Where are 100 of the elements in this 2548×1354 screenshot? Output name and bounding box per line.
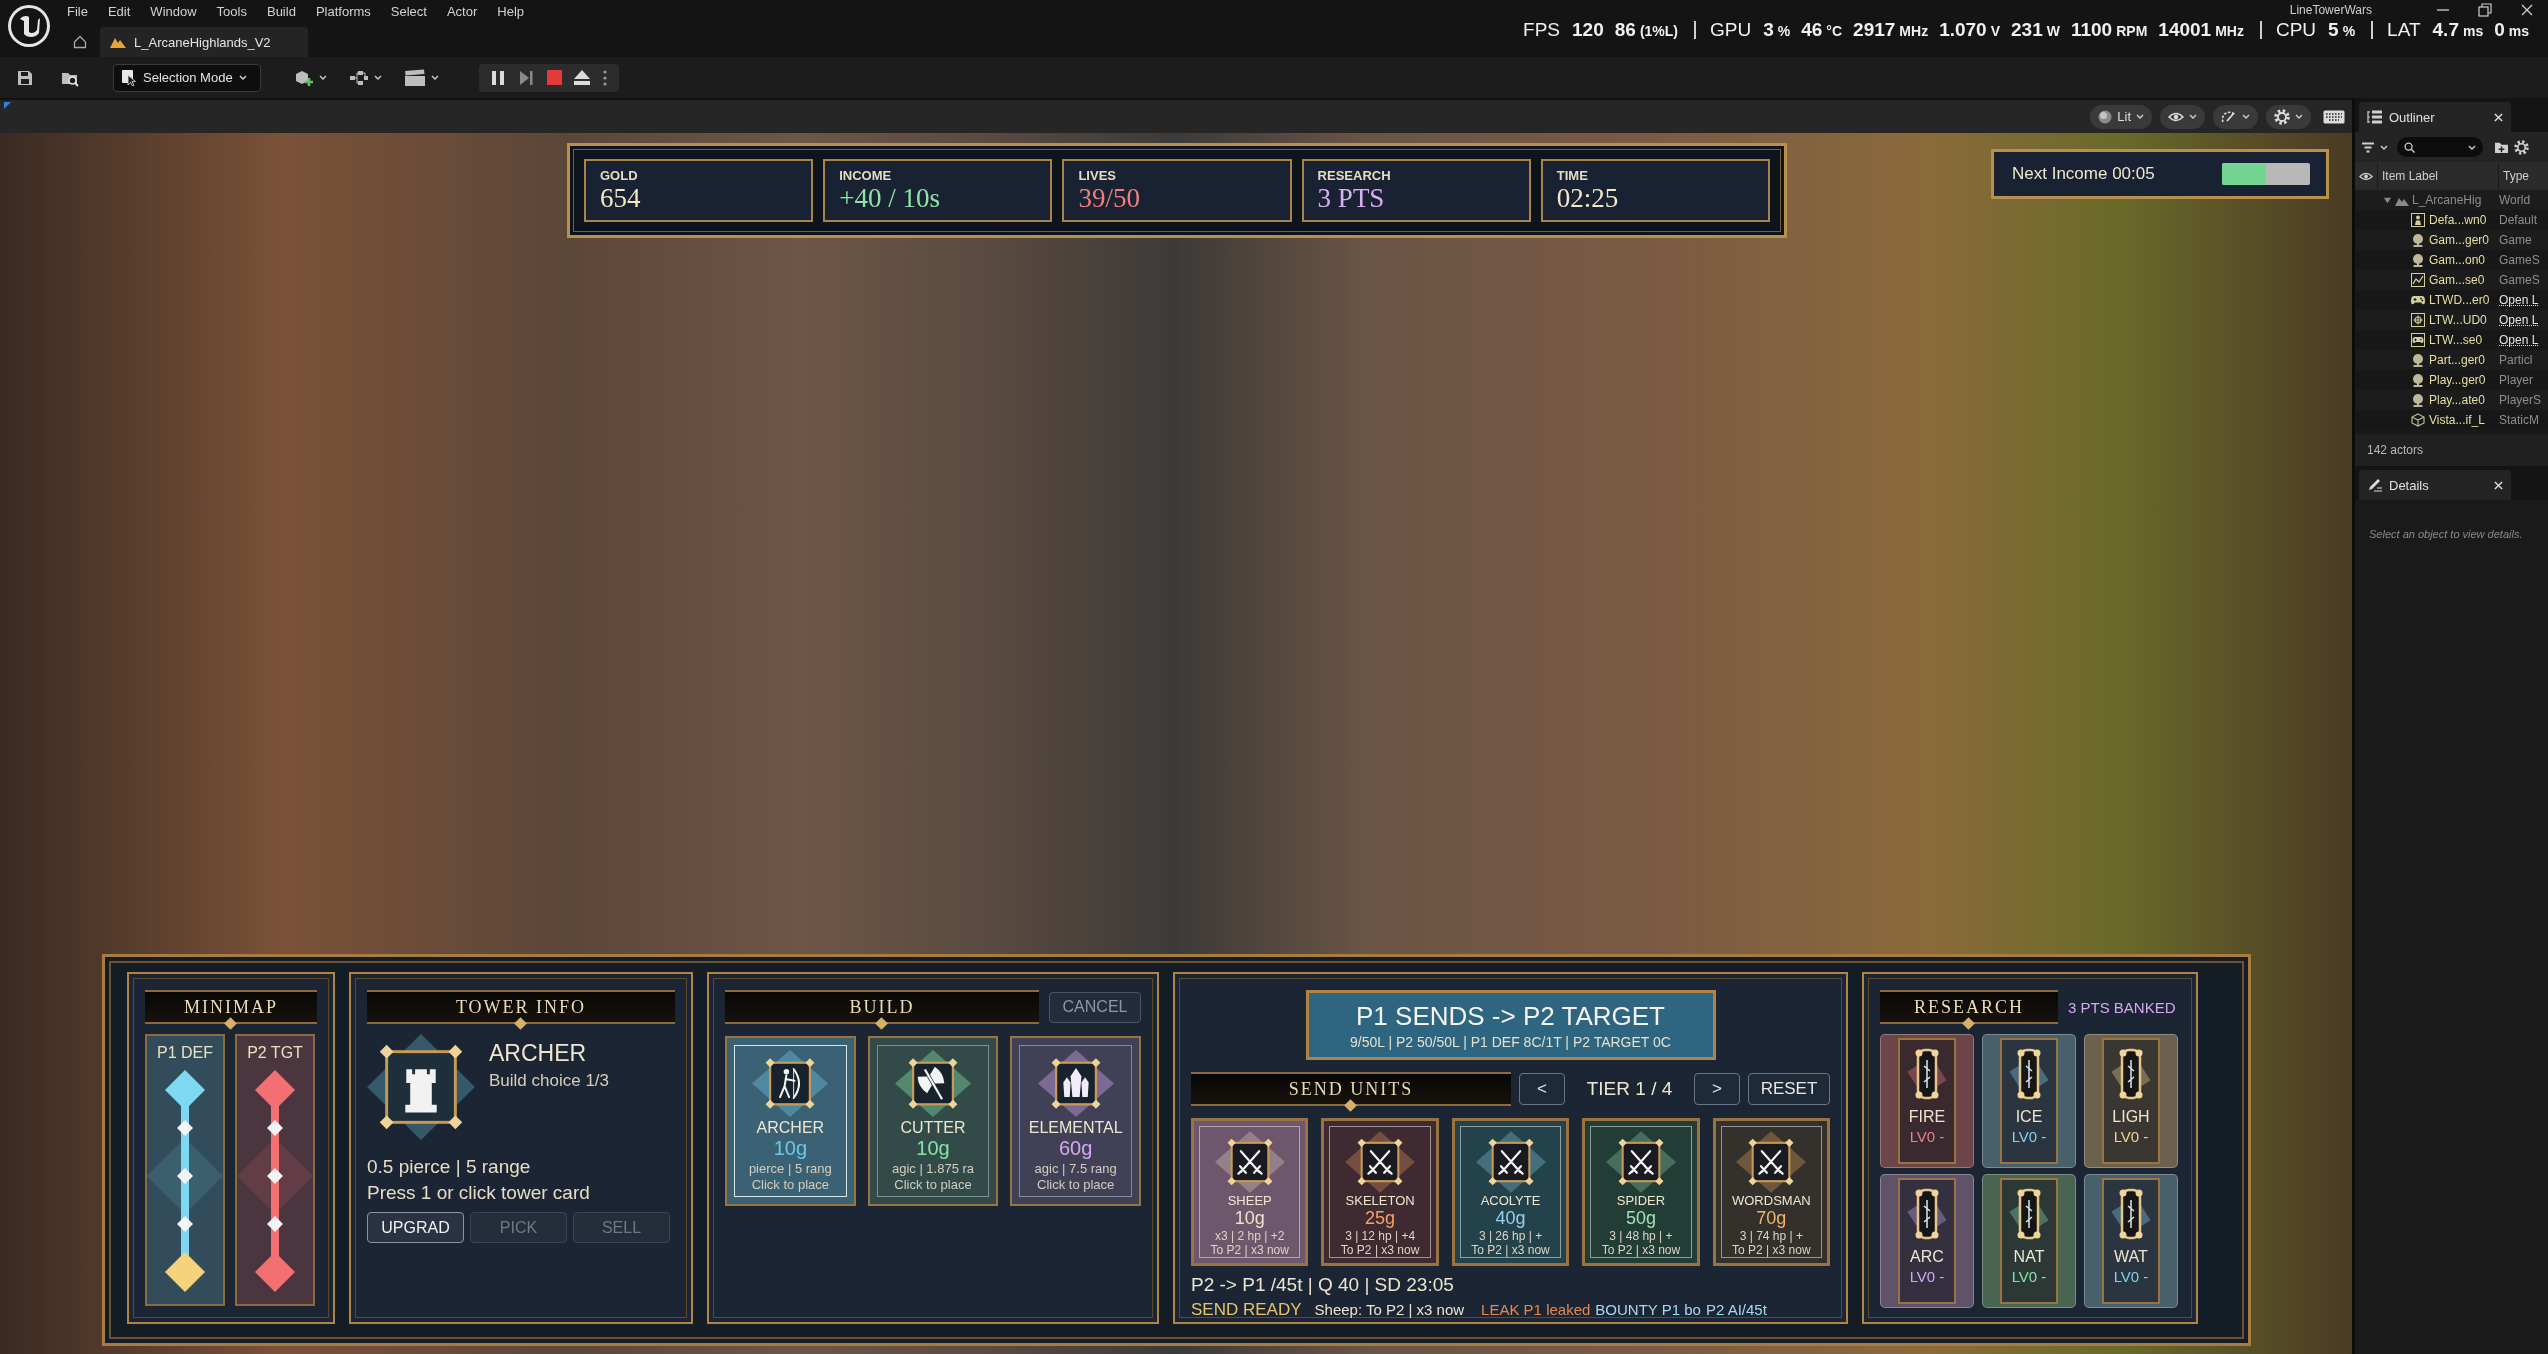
outliner-item-type: World	[2498, 193, 2531, 207]
menu-item[interactable]: Actor	[436, 2, 488, 22]
sphere-icon	[2411, 353, 2425, 367]
view-mode-button[interactable]: Lit	[2090, 104, 2152, 129]
caret-icon	[2295, 114, 2303, 119]
show-menu-button[interactable]	[2160, 104, 2205, 129]
tower-card[interactable]: ELEMENTAL 60g agic | 7.5 rang Click to place	[1010, 1036, 1141, 1206]
caret-icon[interactable]	[2468, 144, 2476, 150]
column-header[interactable]: Item Label	[2377, 163, 2498, 189]
sphere-icon	[2411, 393, 2425, 407]
settings-icon[interactable]	[2514, 139, 2529, 155]
cancel-button[interactable]: CANCEL	[1049, 991, 1141, 1023]
outliner-item-label: Play...ger0	[2429, 373, 2486, 387]
unit-target-text: To P2 | x3 now	[1471, 1243, 1550, 1257]
rune-tablet-icon	[2109, 1046, 2153, 1102]
home-icon[interactable]	[73, 35, 87, 49]
menu-item[interactable]: Platforms	[305, 2, 381, 22]
caret-icon[interactable]	[374, 75, 382, 80]
filter-icon[interactable]	[2361, 141, 2375, 153]
details-tab[interactable]: Details	[2359, 470, 2511, 500]
window-title: LineTowerWars	[2289, 3, 2372, 17]
research-card[interactable]: FIRE LV0 -	[1880, 1034, 1974, 1168]
close-icon[interactable]	[2494, 480, 2503, 490]
selection-mode-dropdown[interactable]: Selection Mode	[113, 63, 261, 92]
unit-card[interactable]: SHEEP 10g x3 | 2 hp | +2 To P2 | x3 now	[1191, 1118, 1309, 1266]
restore-icon[interactable]	[2478, 3, 2492, 17]
close-icon[interactable]	[2520, 3, 2534, 17]
research-rank: LV0 -	[1909, 1268, 1945, 1285]
outliner-item-type: StaticM	[2498, 413, 2539, 427]
caret-icon[interactable]	[2383, 195, 2392, 205]
step-forward-icon[interactable]	[517, 69, 534, 86]
settings-menu-button[interactable]	[2266, 104, 2311, 129]
save-icon[interactable]	[16, 68, 34, 87]
unit-cost: 25g	[1365, 1208, 1396, 1229]
lane-label: P1 DEF	[157, 1044, 213, 1062]
add-actor-icon[interactable]	[294, 68, 314, 87]
pause-icon[interactable]	[491, 69, 505, 86]
action-button[interactable]: UPGRAD	[367, 1212, 464, 1243]
tower-cost: 10g	[773, 1137, 807, 1160]
eject-icon[interactable]	[574, 70, 591, 85]
eye-icon[interactable]	[2359, 171, 2373, 181]
menu-item[interactable]: Help	[487, 2, 535, 22]
unit-target-text: To P2 | x3 now	[1732, 1243, 1811, 1257]
perf-unit: (1%L)	[1639, 23, 1678, 39]
speed-menu-button[interactable]	[2213, 104, 2258, 129]
eye-icon	[2168, 111, 2184, 122]
perf-unit: ms	[2462, 23, 2484, 39]
research-card[interactable]: NAT LV0 -	[1982, 1174, 2076, 1308]
clapperboard-icon[interactable]	[404, 68, 426, 87]
section-title: SEND UNITS	[1288, 1078, 1414, 1100]
previous-tier-button[interactable]: <	[1519, 1073, 1565, 1105]
search-field[interactable]	[2397, 137, 2483, 157]
research-card[interactable]: ICE LV0 -	[1982, 1034, 2076, 1168]
node-graph-icon[interactable]	[349, 69, 369, 86]
unit-card[interactable]: SPIDER 50g 3 | 48 hp | + To P2 | x3 now	[1582, 1118, 1700, 1266]
caret-icon[interactable]	[319, 75, 327, 80]
level-tab[interactable]: L_ArcaneHighlands_V2	[100, 27, 308, 57]
outliner-item-type[interactable]: Open L	[2497, 313, 2539, 327]
unit-card[interactable]: ACOLYTE 40g 3 | 26 hp | + To P2 | x3 now	[1451, 1118, 1570, 1266]
archer-icon	[752, 1050, 829, 1117]
unit-name: SPIDER	[1616, 1193, 1666, 1208]
menu-item[interactable]: Tools	[206, 2, 257, 22]
caret-icon[interactable]	[2380, 144, 2388, 150]
menu-item[interactable]: Window	[140, 2, 207, 22]
stop-icon[interactable]	[546, 70, 562, 85]
research-card[interactable]: ARC LV0 -	[1880, 1174, 1974, 1308]
research-card[interactable]: WAT LV0 -	[2084, 1174, 2178, 1308]
reset-button[interactable]: RESET	[1748, 1073, 1830, 1105]
waypoint-icon	[267, 1120, 283, 1136]
caret-icon[interactable]	[431, 75, 439, 80]
menu-item[interactable]: File	[57, 2, 98, 22]
menu-item[interactable]: Build	[256, 2, 306, 22]
research-card[interactable]: LIGH LV0 -	[2084, 1034, 2178, 1168]
waypoint-icon	[177, 1168, 193, 1184]
perf-value: 3	[1763, 19, 1774, 41]
menu-item[interactable]: Edit	[97, 2, 141, 22]
build-choice-text: Build choice 1/3	[489, 1071, 610, 1091]
unit-card[interactable]: SKELETON 25g 3 | 12 hp | +4 To P2 | x3 now	[1321, 1118, 1439, 1266]
outliner-tab[interactable]: Outliner	[2359, 102, 2511, 132]
column-header[interactable]: Type	[2498, 163, 2548, 189]
research-rank: LV0 -	[2113, 1128, 2149, 1145]
keyboard-icon[interactable]	[2323, 109, 2345, 124]
stat-value: 39/50	[1078, 183, 1141, 213]
outliner-item-label: LTWD...er0	[2429, 293, 2490, 307]
outliner-item-type: Game	[2498, 233, 2532, 247]
outliner-item-type[interactable]: Open L	[2497, 333, 2539, 347]
tower-card[interactable]: ARCHER 10g pierce | 5 rang Click to place	[725, 1036, 856, 1206]
next-tier-button[interactable]: >	[1694, 1073, 1740, 1105]
outliner-item-type[interactable]: Open L	[2497, 293, 2539, 307]
outliner-item-label: LTW...UD0	[2429, 313, 2487, 327]
menu-item[interactable]: Select	[380, 2, 437, 22]
engine-logo-icon[interactable]	[7, 4, 51, 48]
caret-icon	[2136, 114, 2144, 119]
unit-card[interactable]: WORDSMAN 70g 3 | 74 hp | + To P2 | x3 now	[1712, 1118, 1831, 1266]
tower-card[interactable]: CUTTER 10g agic | 1.875 ra Click to place	[867, 1036, 999, 1206]
more-options-icon[interactable]	[603, 69, 607, 86]
ornament-icon	[1962, 1017, 1975, 1030]
add-folder-icon[interactable]	[2494, 140, 2509, 154]
close-icon[interactable]	[2494, 112, 2503, 122]
perf-value: 46	[1801, 19, 1823, 41]
